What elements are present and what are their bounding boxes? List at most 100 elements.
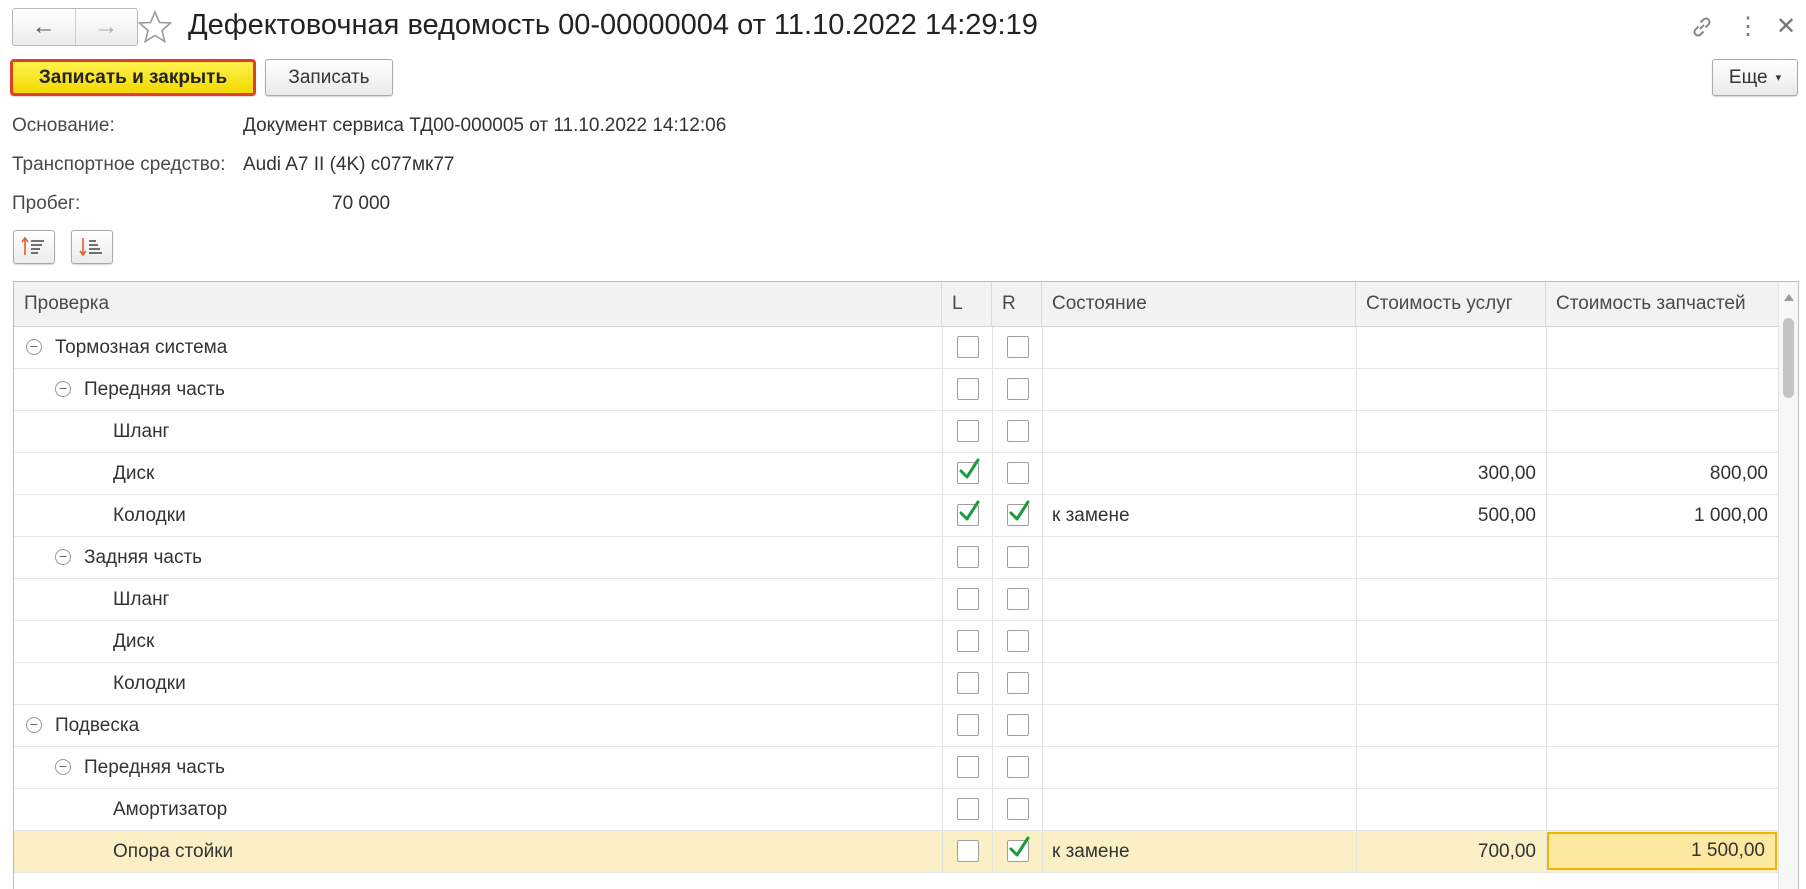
row-service-cost[interactable]	[1356, 369, 1536, 410]
table-row[interactable]: Колодки	[14, 663, 1778, 705]
col-header-check[interactable]: Проверка	[14, 282, 942, 326]
row-parts-cost[interactable]	[1546, 327, 1768, 368]
chevron-down-icon: ▾	[1775, 72, 1782, 84]
sort-ascending-button[interactable]	[13, 230, 55, 264]
row-check-name: Амортизатор	[113, 799, 228, 820]
sort-descending-button[interactable]	[71, 230, 113, 264]
right-checkbox[interactable]	[1007, 588, 1029, 610]
table-row[interactable]: − Задняя часть	[14, 537, 1778, 579]
more-button[interactable]: Еще ▾	[1712, 59, 1798, 96]
row-service-cost[interactable]	[1356, 537, 1536, 578]
right-checkbox[interactable]	[1007, 546, 1029, 568]
column-divider	[992, 453, 993, 494]
right-checkbox[interactable]	[1007, 756, 1029, 778]
col-header-parts-cost[interactable]: Стоимость запчастей	[1546, 282, 1778, 326]
right-checkbox[interactable]	[1007, 630, 1029, 652]
row-parts-cost[interactable]	[1546, 789, 1768, 830]
right-checkbox[interactable]	[1007, 500, 1030, 526]
row-service-cost[interactable]	[1356, 327, 1536, 368]
basis-link[interactable]: Документ сервиса ТД00-000005 от 11.10.20…	[243, 115, 726, 137]
left-checkbox[interactable]	[957, 420, 979, 442]
row-parts-cost[interactable]	[1546, 621, 1768, 662]
col-header-l[interactable]: L	[942, 282, 992, 326]
row-parts-cost[interactable]	[1546, 411, 1768, 452]
left-checkbox[interactable]	[957, 714, 979, 736]
left-checkbox[interactable]	[957, 546, 979, 568]
close-icon[interactable]: ✕	[1776, 12, 1796, 41]
row-service-cost[interactable]: 700,00	[1356, 831, 1536, 872]
table-row[interactable]: − Подвеска	[14, 705, 1778, 747]
scrollbar-thumb[interactable]	[1783, 318, 1794, 398]
right-checkbox[interactable]	[1007, 462, 1029, 484]
row-parts-cost[interactable]	[1546, 747, 1768, 788]
left-checkbox[interactable]	[957, 630, 979, 652]
row-parts-cost[interactable]	[1546, 705, 1768, 746]
left-checkbox[interactable]	[957, 672, 979, 694]
more-menu-icon[interactable]: ⋮	[1736, 12, 1760, 41]
row-service-cost[interactable]: 500,00	[1356, 495, 1536, 536]
table-row[interactable]: Диск	[14, 621, 1778, 663]
collapse-toggle-icon[interactable]: −	[55, 381, 71, 397]
left-checkbox[interactable]	[957, 336, 979, 358]
right-checkbox[interactable]	[1007, 336, 1029, 358]
right-checkbox[interactable]	[1007, 420, 1029, 442]
row-state[interactable]: к замене	[1052, 831, 1130, 872]
right-checkbox[interactable]	[1007, 672, 1029, 694]
col-header-state[interactable]: Состояние	[1042, 282, 1356, 326]
collapse-toggle-icon[interactable]: −	[26, 339, 42, 355]
row-parts-cost[interactable]: 1 000,00	[1546, 495, 1768, 536]
right-checkbox[interactable]	[1007, 714, 1029, 736]
table-row[interactable]: − Передняя часть	[14, 369, 1778, 411]
right-checkbox[interactable]	[1007, 836, 1030, 862]
row-parts-cost[interactable]	[1546, 663, 1768, 704]
table-row[interactable]: Амортизатор	[14, 789, 1778, 831]
col-header-service-cost[interactable]: Стоимость услуг	[1356, 282, 1546, 326]
left-checkbox[interactable]	[957, 500, 980, 526]
left-checkbox[interactable]	[957, 378, 979, 400]
table-row[interactable]: Шланг	[14, 579, 1778, 621]
column-divider	[942, 831, 943, 872]
left-checkbox[interactable]	[957, 798, 979, 820]
right-checkbox[interactable]	[1007, 798, 1029, 820]
link-icon[interactable]	[1689, 14, 1715, 40]
row-service-cost[interactable]	[1356, 663, 1536, 704]
table-row[interactable]: Опора стойки к замене 700,00 1 500,00	[14, 831, 1778, 873]
scroll-up-icon[interactable]	[1784, 294, 1794, 301]
row-service-cost[interactable]	[1356, 621, 1536, 662]
col-header-r[interactable]: R	[992, 282, 1042, 326]
right-checkbox[interactable]	[1007, 378, 1029, 400]
mileage-value[interactable]: 70 000	[332, 193, 390, 215]
row-parts-cost[interactable]	[1546, 537, 1768, 578]
save-button[interactable]: Записать	[265, 59, 393, 96]
row-service-cost[interactable]: 300,00	[1356, 453, 1536, 494]
table-row[interactable]: − Тормозная система	[14, 327, 1778, 369]
row-parts-cost[interactable]	[1546, 369, 1768, 410]
table-row[interactable]: Диск 300,00 800,00	[14, 453, 1778, 495]
vertical-scrollbar[interactable]	[1778, 282, 1798, 889]
table-row[interactable]: Шланг	[14, 411, 1778, 453]
row-service-cost[interactable]	[1356, 411, 1536, 452]
row-service-cost[interactable]	[1356, 789, 1536, 830]
row-parts-cost[interactable]: 1 500,00	[1547, 832, 1777, 870]
left-checkbox[interactable]	[957, 458, 980, 484]
save-and-close-button[interactable]: Записать и закрыть	[10, 59, 256, 96]
left-checkbox[interactable]	[957, 840, 979, 862]
table-row[interactable]: Колодки к замене 500,00 1 000,00	[14, 495, 1778, 537]
left-checkbox[interactable]	[957, 588, 979, 610]
left-checkbox[interactable]	[957, 756, 979, 778]
vehicle-value[interactable]: Audi A7 II (4K) с077мк77	[243, 154, 455, 176]
collapse-toggle-icon[interactable]: −	[55, 759, 71, 775]
row-parts-cost[interactable]	[1546, 579, 1768, 620]
row-service-cost[interactable]	[1356, 705, 1536, 746]
row-state[interactable]: к замене	[1052, 495, 1130, 536]
row-service-cost[interactable]	[1356, 747, 1536, 788]
forward-button[interactable]: →	[74, 9, 138, 45]
row-check-name: Задняя часть	[84, 547, 203, 568]
row-parts-cost[interactable]: 800,00	[1546, 453, 1768, 494]
collapse-toggle-icon[interactable]: −	[26, 717, 42, 733]
table-row[interactable]: − Передняя часть	[14, 747, 1778, 789]
row-service-cost[interactable]	[1356, 579, 1536, 620]
back-button[interactable]: ←	[13, 9, 75, 45]
collapse-toggle-icon[interactable]: −	[55, 549, 71, 565]
favorite-star-icon[interactable]	[138, 10, 172, 44]
